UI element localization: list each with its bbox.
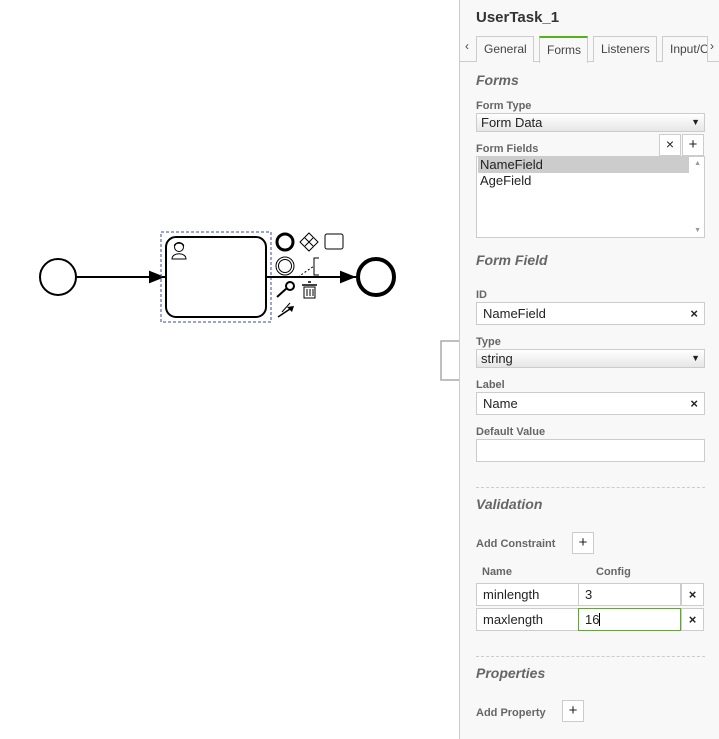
text-annotation-icon[interactable] [297, 257, 319, 278]
tab-bar: ‹ General Forms Listeners Input/O › [460, 36, 719, 63]
form-type-value: Form Data [481, 115, 543, 130]
default-value-input[interactable] [476, 439, 705, 462]
diagram-svg [39, 231, 460, 381]
add-constraint-button[interactable]: + [572, 532, 594, 554]
remove-constraint-button[interactable]: × [681, 608, 704, 631]
list-item[interactable]: AgeField [478, 173, 689, 189]
intermediate-event-icon[interactable] [275, 256, 295, 276]
properties-panel: UserTask_1 ‹ General Forms Listeners Inp… [459, 0, 719, 739]
text-cursor [599, 613, 601, 626]
form-fields-list[interactable]: NameField AgeField ▲ ▼ [476, 156, 705, 238]
add-constraint-label: Add Constraint [476, 538, 556, 550]
constraint-name-input[interactable]: minlength [476, 583, 579, 606]
tab-scroll-left-icon[interactable]: ‹ [465, 39, 469, 53]
label-value: Name [483, 396, 518, 411]
tab-input-output[interactable]: Input/O [662, 36, 708, 62]
scroll-up-icon[interactable]: ▲ [694, 160, 701, 167]
caret-down-icon: ▼ [691, 117, 700, 127]
clear-label-icon[interactable]: × [690, 393, 698, 414]
list-item[interactable]: NameField [478, 157, 689, 173]
scroll-down-icon[interactable]: ▼ [694, 227, 701, 234]
id-input[interactable]: NameField × [476, 302, 705, 325]
trash-icon[interactable] [302, 281, 317, 299]
validation-section-title: Validation [476, 496, 543, 512]
properties-section-title: Properties [476, 665, 546, 681]
type-value: string [481, 351, 513, 366]
clear-id-icon[interactable]: × [690, 303, 698, 324]
id-label: ID [476, 289, 487, 301]
constraint-name-input[interactable]: maxlength [476, 608, 579, 631]
form-type-label: Form Type [476, 100, 532, 112]
label-input[interactable]: Name × [476, 392, 705, 415]
context-pad [275, 232, 344, 318]
forms-section-title: Forms [476, 72, 519, 88]
constraint-config-value: 16 [585, 612, 600, 627]
form-fields-label: Form Fields [476, 143, 539, 155]
caret-down-icon: ▼ [691, 353, 700, 363]
label-label: Label [476, 379, 505, 391]
type-label: Type [476, 336, 501, 348]
form-field-section-title: Form Field [476, 252, 548, 268]
bpmn-canvas[interactable] [0, 0, 460, 739]
tab-scroll-right-icon[interactable]: › [710, 39, 714, 53]
remove-constraint-button[interactable]: × [681, 583, 704, 606]
column-header-name: Name [482, 566, 512, 578]
gateway-icon[interactable] [299, 232, 319, 252]
add-property-button[interactable]: + [562, 700, 584, 722]
connect-arrow-icon[interactable] [277, 302, 294, 318]
tab-listeners[interactable]: Listeners [593, 36, 657, 62]
section-divider [476, 656, 705, 657]
end-event[interactable] [356, 257, 396, 297]
form-type-select[interactable]: Form Data ▼ [476, 113, 705, 132]
column-header-config: Config [596, 566, 631, 578]
add-form-field-button[interactable]: + [682, 134, 704, 156]
end-event-icon[interactable] [275, 232, 295, 252]
panel-title: UserTask_1 [476, 9, 560, 26]
tab-general[interactable]: General [476, 36, 534, 62]
task-icon[interactable] [324, 233, 344, 250]
tab-forms[interactable]: Forms [539, 36, 588, 63]
panel-toggle-handle[interactable] [440, 340, 460, 381]
type-select[interactable]: string ▼ [476, 349, 705, 368]
default-value-label: Default Value [476, 426, 546, 438]
constraint-config-input-focused[interactable]: 16 [578, 608, 681, 631]
start-event[interactable] [39, 258, 77, 296]
constraint-config-input[interactable]: 3 [578, 583, 681, 606]
wrench-icon[interactable] [276, 281, 295, 298]
section-divider [476, 487, 705, 488]
add-property-label: Add Property [476, 707, 546, 719]
remove-form-field-button[interactable]: × [659, 134, 681, 156]
id-value: NameField [483, 306, 546, 321]
